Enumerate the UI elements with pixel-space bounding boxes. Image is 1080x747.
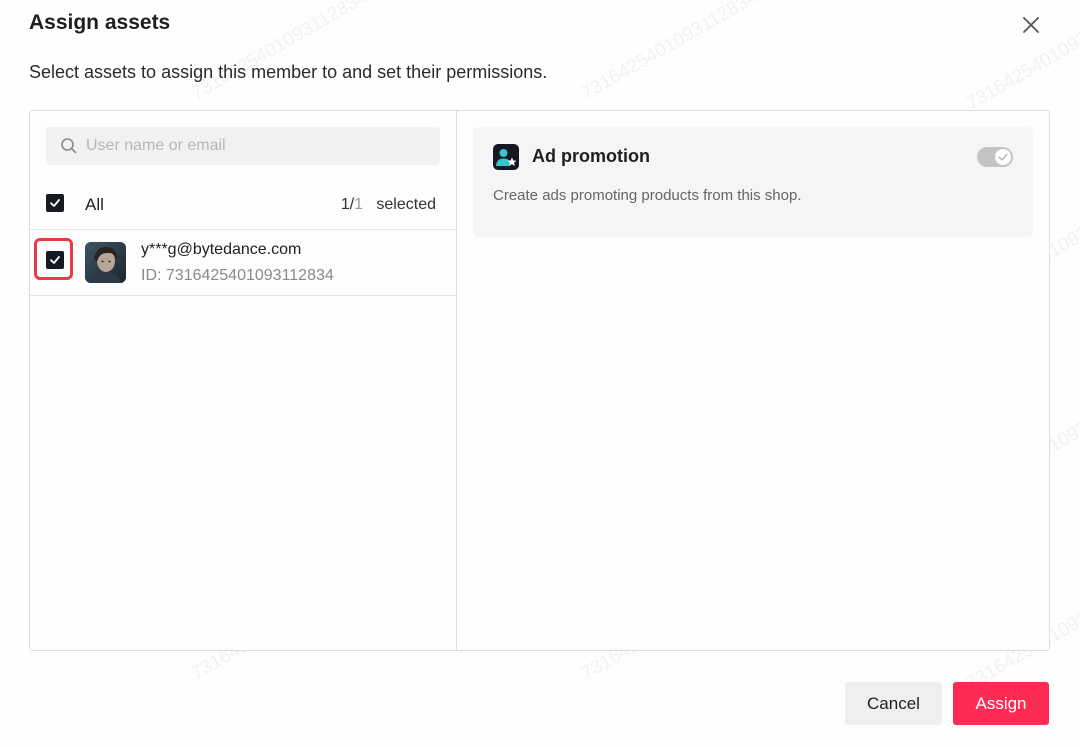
dialog-subtitle: Select assets to assign this member to a…: [29, 62, 548, 82]
selected-count-total: 1: [354, 196, 364, 213]
check-icon: [50, 256, 60, 264]
permission-toggle[interactable]: [977, 147, 1013, 167]
permission-description: Create ads promoting products from this …: [493, 187, 802, 204]
selected-count: 1/1 selected: [341, 196, 436, 214]
dialog-title: Assign assets: [29, 11, 171, 34]
close-icon[interactable]: [1018, 12, 1044, 38]
permission-title: Ad promotion: [532, 146, 650, 166]
member-id: ID: 7316425401093112834: [141, 267, 334, 284]
watermark: 7316425401093112834: [577, 0, 762, 105]
check-icon: [998, 153, 1008, 161]
search-icon: [60, 137, 78, 155]
assign-button[interactable]: Assign: [953, 682, 1049, 725]
assets-panel: All 1/1 selected: [29, 110, 1050, 651]
select-all-label: All: [85, 195, 104, 214]
divider: [30, 229, 456, 230]
avatar: [85, 242, 126, 283]
permissions-pane: Ad promotion Create ads promoting produc…: [457, 111, 1049, 650]
toggle-knob: [995, 149, 1011, 165]
assign-assets-dialog: 7316425401093112834 7316425401093112834 …: [0, 0, 1080, 747]
search-input[interactable]: [86, 127, 426, 165]
watermark: 7316425401093112834: [187, 0, 372, 105]
search-box: [46, 127, 440, 165]
selected-count-label: selected: [376, 196, 436, 213]
check-icon: [50, 199, 60, 207]
permission-card-ad-promotion: Ad promotion Create ads promoting produc…: [473, 127, 1033, 237]
selected-count-num: 1/: [340, 196, 355, 213]
member-email: y***g@bytedance.com: [141, 241, 302, 258]
divider: [30, 295, 456, 296]
cancel-button[interactable]: Cancel: [845, 682, 942, 725]
member-checkbox[interactable]: [46, 251, 64, 269]
member-list-pane: All 1/1 selected: [30, 111, 457, 650]
user-star-icon: [493, 144, 519, 170]
select-all-checkbox[interactable]: [46, 194, 64, 212]
